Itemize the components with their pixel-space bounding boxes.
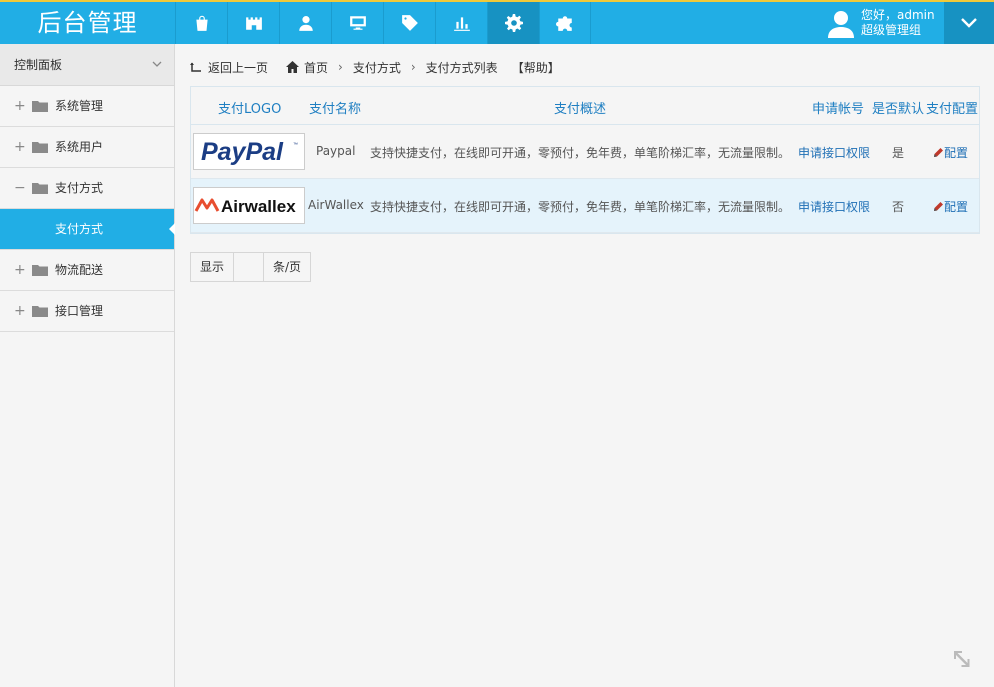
- pagination: 显示 条/页: [190, 252, 312, 282]
- col-header-default: 是否默认: [872, 102, 925, 117]
- pencil-icon: [934, 148, 943, 157]
- apply-link[interactable]: 申请接口权限: [798, 144, 870, 161]
- chevron-down-icon: [961, 18, 977, 28]
- payment-table: 支付LOGO 支付名称 支付概述 申请帐号 是否默认 支付配置 PayPal ™…: [190, 86, 980, 234]
- col-header-name: 支付名称: [309, 102, 362, 117]
- home-icon: [286, 61, 300, 73]
- folder-icon: [32, 101, 48, 112]
- help-link[interactable]: 【帮助】: [512, 59, 560, 76]
- sidebar-item-label: 接口管理: [55, 304, 104, 318]
- user-group: 超级管理组: [861, 23, 922, 37]
- config-button[interactable]: 配置: [933, 198, 968, 215]
- pager-per-page-label: 条/页: [273, 260, 302, 274]
- table-row: PayPal ™ Paypal 支持快捷支付，在线即可开通，零预付，免年费，单笔…: [191, 125, 979, 179]
- sidebar-item-logistics[interactable]: + 物流配送: [0, 250, 174, 291]
- sidebar-item-label: 系统用户: [55, 140, 104, 154]
- svg-text:™: ™: [293, 142, 298, 148]
- user-menu-toggle[interactable]: [944, 2, 994, 44]
- castle-icon[interactable]: [227, 2, 279, 44]
- payment-desc: 支持快捷支付，在线即可开通，零预付，免年费，单笔阶梯汇率，无流量限制。: [370, 200, 791, 214]
- pencil-icon: [934, 202, 943, 211]
- col-header-config: 支付配置: [926, 102, 979, 117]
- sidebar-item-system[interactable]: + 系统管理: [0, 86, 174, 127]
- breadcrumb: 返回上一页 首页 › 支付方式 › 支付方式列表 【帮助】: [190, 58, 560, 76]
- gear-icon[interactable]: [487, 2, 539, 44]
- pager-show-label: 显示: [191, 253, 235, 281]
- sidebar-header[interactable]: 控制面板: [0, 44, 174, 86]
- table-header: 支付LOGO 支付名称 支付概述 申请帐号 是否默认 支付配置: [191, 87, 979, 125]
- sidebar-subitem-payment[interactable]: 支付方式: [0, 209, 175, 250]
- svg-text:Airwallex: Airwallex: [221, 197, 296, 216]
- chevron-down-icon: [152, 61, 162, 67]
- expand-icon: +: [14, 98, 26, 114]
- payment-name: Paypal: [316, 144, 356, 158]
- user-greeting: 您好，admin: [861, 8, 935, 22]
- breadcrumb-separator: ›: [410, 60, 416, 74]
- folder-icon: [32, 306, 48, 317]
- breadcrumb-level1[interactable]: 支付方式: [353, 59, 401, 76]
- config-button[interactable]: 配置: [933, 144, 968, 161]
- sidebar-title: 控制面板: [14, 58, 63, 72]
- sidebar-item-payment[interactable]: − 支付方式: [0, 168, 174, 209]
- svg-text:PayPal: PayPal: [201, 138, 284, 166]
- tag-icon[interactable]: [383, 2, 435, 44]
- page-size-input[interactable]: [234, 253, 265, 281]
- app-title: 后台管理: [37, 9, 138, 37]
- chart-icon[interactable]: [435, 2, 487, 44]
- payment-desc: 支持快捷支付，在线即可开通，零预付，免年费，单笔阶梯汇率，无流量限制。: [370, 146, 791, 160]
- table-row: Airwallex AirWallex 支持快捷支付，在线即可开通，零预付，免年…: [191, 179, 979, 233]
- monitor-icon[interactable]: [331, 2, 383, 44]
- resize-icon[interactable]: [951, 648, 973, 670]
- col-header-desc: 支付概述: [554, 102, 607, 117]
- main-content: 返回上一页 首页 › 支付方式 › 支付方式列表 【帮助】 支付LOGO 支付名…: [175, 44, 994, 687]
- default-status: 否: [892, 200, 905, 214]
- folder-icon: [32, 265, 48, 276]
- user-panel[interactable]: 您好，admin 超级管理组: [826, 2, 944, 44]
- folder-icon: [32, 142, 48, 153]
- expand-icon: +: [14, 303, 26, 319]
- apply-link[interactable]: 申请接口权限: [798, 198, 870, 215]
- back-link[interactable]: 返回上一页: [208, 59, 268, 76]
- bag-icon[interactable]: [175, 2, 227, 44]
- sidebar-item-label: 物流配送: [55, 263, 104, 277]
- config-label: 配置: [944, 146, 969, 160]
- user-icon[interactable]: [279, 2, 331, 44]
- breadcrumb-level2: 支付方式列表: [425, 60, 498, 75]
- top-header: 后台管理 您好，admin 超级管理组: [0, 0, 994, 44]
- sidebar-subitem-label: 支付方式: [55, 222, 104, 236]
- breadcrumb-separator: ›: [338, 60, 343, 74]
- airwallex-logo: Airwallex: [193, 187, 305, 224]
- payment-name: AirWallex: [308, 198, 364, 212]
- home-link[interactable]: 首页: [304, 59, 328, 76]
- puzzle-icon[interactable]: [539, 2, 591, 44]
- sidebar-item-label: 系统管理: [55, 99, 104, 113]
- sidebar-item-api[interactable]: + 接口管理: [0, 291, 174, 332]
- col-header-apply: 申请帐号: [812, 102, 865, 117]
- sidebar-item-label: 支付方式: [55, 181, 104, 195]
- avatar-icon: [828, 11, 854, 38]
- paypal-logo: PayPal ™: [193, 133, 305, 170]
- sidebar-item-users[interactable]: + 系统用户: [0, 127, 174, 168]
- expand-icon: +: [14, 262, 26, 278]
- config-label: 配置: [944, 200, 969, 214]
- sidebar: 控制面板 + 系统管理 + 系统用户 − 支付方式 支付方式 + 物流配送 + …: [0, 44, 175, 687]
- expand-icon: +: [14, 139, 26, 155]
- collapse-icon: −: [14, 180, 26, 196]
- back-arrow-icon: [190, 62, 201, 72]
- default-status: 是: [892, 146, 905, 160]
- folder-icon: [32, 183, 48, 194]
- col-header-logo: 支付LOGO: [218, 102, 282, 117]
